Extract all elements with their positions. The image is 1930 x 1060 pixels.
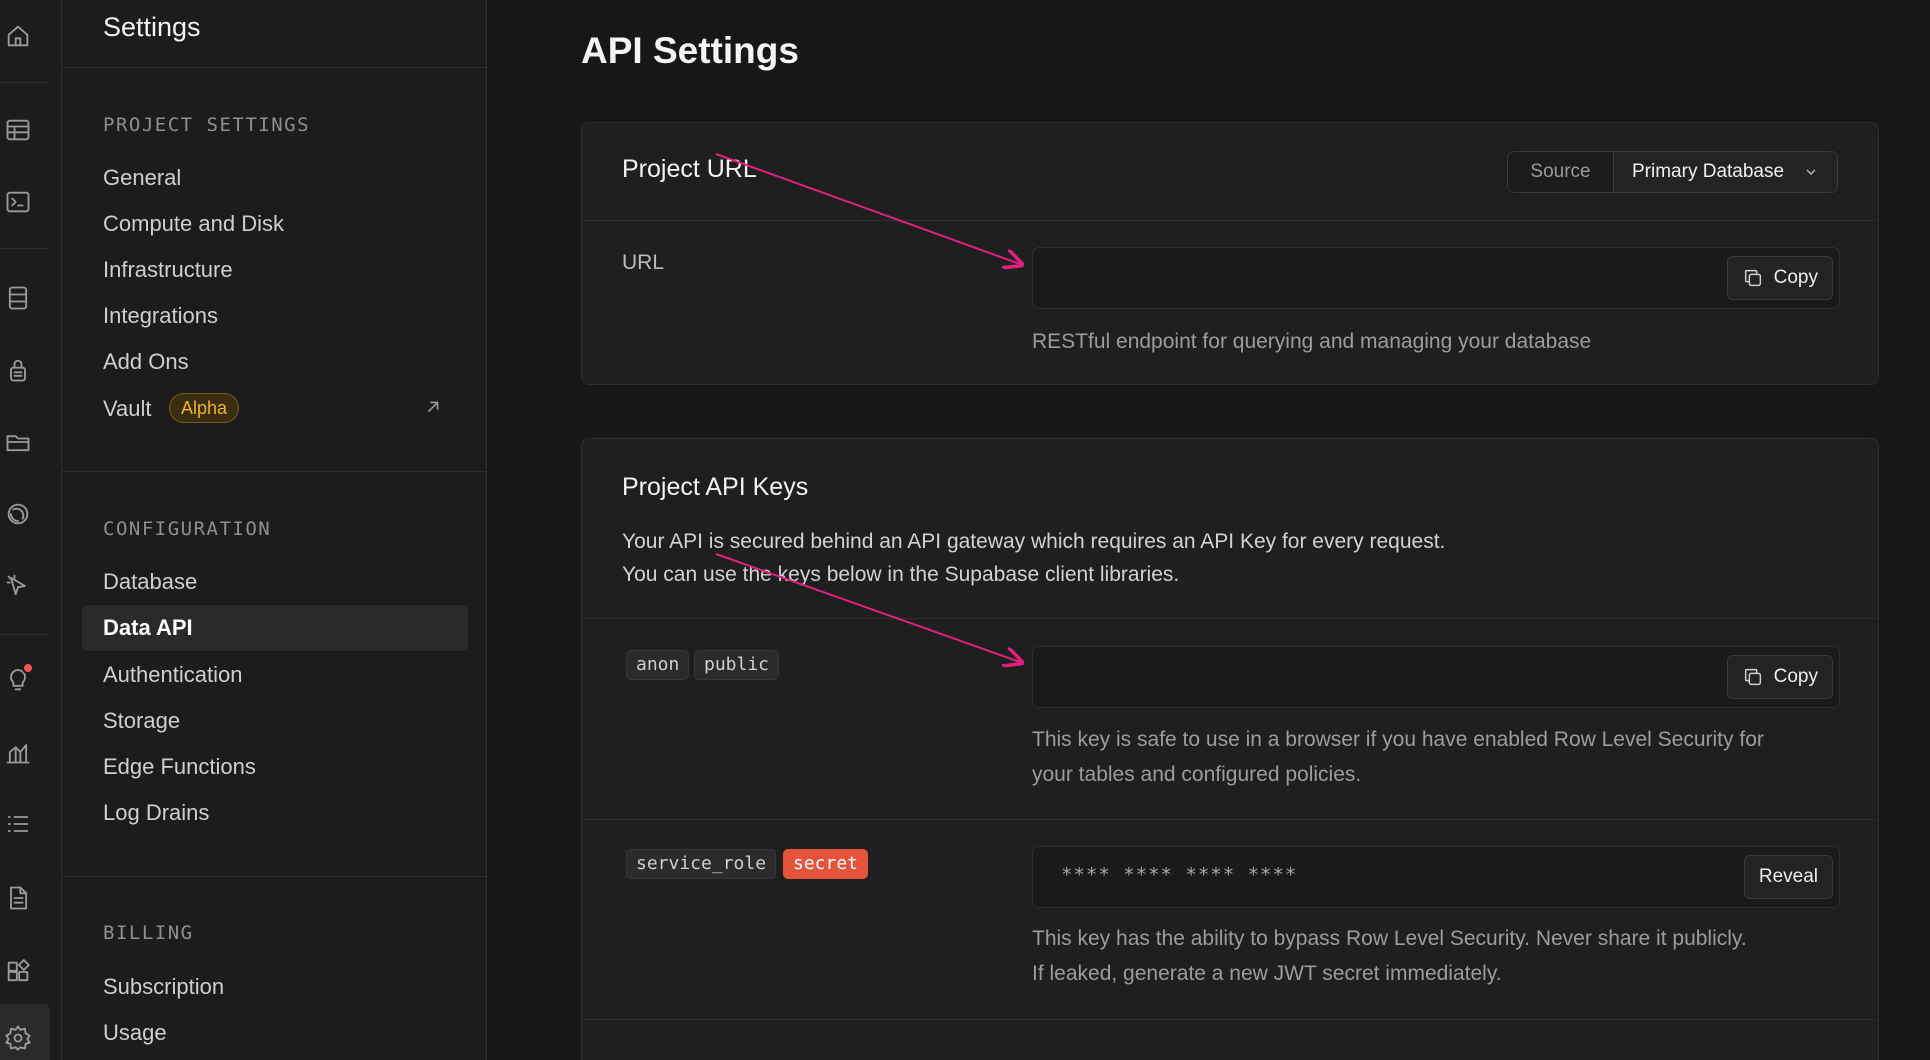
sql-editor-icon[interactable] (0, 184, 36, 220)
chevron-down-icon (1806, 169, 1816, 175)
anon-helper-line1: This key is safe to use in a browser if … (1032, 728, 1764, 751)
sidebar-item-log-drains[interactable]: Log Drains (103, 797, 209, 829)
sidebar-divider (62, 471, 487, 472)
realtime-icon[interactable] (0, 496, 36, 532)
service-role-helper-line1: This key has the ability to bypass Row L… (1032, 927, 1747, 950)
card-divider (582, 220, 1878, 221)
anon-tag: anon (626, 650, 690, 680)
reveal-button[interactable]: Reveal (1743, 855, 1833, 899)
section-label-billing: BILLING (103, 922, 194, 944)
database-icon[interactable] (0, 280, 36, 316)
sidebar-item-add-ons[interactable]: Add Ons (103, 346, 189, 378)
sidebar-item-subscription[interactable]: Subscription (103, 971, 224, 1003)
sidebar-divider (62, 876, 487, 877)
copy-label: Copy (1773, 666, 1818, 687)
source-value: Primary Database (1632, 161, 1785, 182)
rail-divider (0, 248, 48, 249)
section-label-configuration: CONFIGURATION (103, 518, 272, 540)
card-divider (582, 1019, 1878, 1020)
copy-anon-key-button[interactable]: Copy (1726, 655, 1833, 699)
section-label-project-settings: PROJECT SETTINGS (103, 114, 311, 136)
secret-tag: secret (783, 849, 869, 879)
page-title: API Settings (581, 30, 799, 71)
service-role-key-field[interactable]: **** **** **** **** Reveal (1032, 846, 1840, 908)
sidebar-divider (62, 67, 487, 68)
sidebar-item-vault[interactable]: Vault (103, 393, 152, 425)
public-tag: public (694, 650, 780, 680)
notification-dot (22, 662, 34, 674)
api-keys-card: Project API Keys Your API is secured beh… (581, 438, 1879, 1060)
alpha-badge: Alpha (169, 393, 240, 423)
service-role-masked-value: **** **** **** **** (1061, 864, 1298, 886)
edge-functions-icon[interactable] (0, 568, 36, 604)
service-role-helper-line2: If leaked, generate a new JWT secret imm… (1032, 962, 1502, 985)
main-content: API Settings Project URL Source Primary … (487, 0, 1930, 1060)
sidebar-item-general[interactable]: General (103, 162, 181, 194)
logs-list-icon[interactable] (0, 806, 36, 842)
source-label: Source (1508, 152, 1614, 192)
service-role-tag: service_role (626, 849, 777, 879)
reports-chart-icon[interactable] (0, 734, 36, 770)
app-root: Settings PROJECT SETTINGS General Comput… (0, 0, 1930, 1060)
api-docs-icon[interactable] (0, 880, 36, 916)
copy-label: Copy (1773, 267, 1818, 288)
project-url-card: Project URL Source Primary Database URL … (581, 122, 1879, 385)
sidebar-item-usage[interactable]: Usage (103, 1017, 167, 1049)
sidebar-item-infrastructure[interactable]: Infrastructure (103, 254, 233, 286)
source-selector[interactable]: Source Primary Database (1507, 151, 1838, 193)
url-field[interactable]: Copy (1032, 247, 1840, 309)
storage-folder-icon[interactable] (0, 424, 36, 460)
anon-key-field[interactable]: Copy (1032, 646, 1840, 708)
auth-lock-icon[interactable] (0, 352, 36, 388)
copy-icon (1744, 269, 1761, 287)
api-keys-heading: Project API Keys (622, 473, 809, 501)
anon-helper-line2: your tables and configured policies. (1032, 763, 1362, 786)
icon-rail (0, 0, 62, 1060)
api-keys-description-line2: You can use the keys below in the Supaba… (622, 563, 1180, 586)
integrations-icon[interactable] (0, 954, 36, 990)
reveal-label: Reveal (1758, 866, 1818, 887)
sidebar-item-compute-and-disk[interactable]: Compute and Disk (103, 208, 284, 240)
card-divider (582, 819, 1878, 820)
sidebar-item-database[interactable]: Database (103, 566, 197, 598)
url-helper-text: RESTful endpoint for querying and managi… (1032, 330, 1592, 353)
sidebar-title: Settings (103, 12, 201, 42)
sidebar-item-edge-functions[interactable]: Edge Functions (103, 751, 256, 783)
copy-url-button[interactable]: Copy (1726, 256, 1833, 300)
source-dropdown[interactable]: Primary Database (1614, 152, 1837, 192)
card-divider (582, 618, 1878, 619)
home-icon[interactable] (0, 18, 36, 54)
copy-icon (1744, 668, 1761, 686)
external-link-icon[interactable] (422, 396, 444, 418)
url-label: URL (622, 251, 665, 274)
project-url-heading: Project URL (622, 155, 757, 183)
sidebar-item-authentication[interactable]: Authentication (103, 659, 242, 691)
rail-divider (0, 634, 48, 635)
settings-gear-icon[interactable] (0, 1020, 36, 1056)
api-keys-description-line1: Your API is secured behind an API gatewa… (622, 530, 1446, 553)
sidebar-item-integrations[interactable]: Integrations (103, 300, 218, 332)
rail-divider (0, 82, 48, 83)
sidebar-item-data-api[interactable]: Data API (103, 612, 193, 644)
settings-sidebar: Settings PROJECT SETTINGS General Comput… (62, 0, 487, 1060)
table-editor-icon[interactable] (0, 112, 36, 148)
sidebar-item-storage[interactable]: Storage (103, 705, 180, 737)
